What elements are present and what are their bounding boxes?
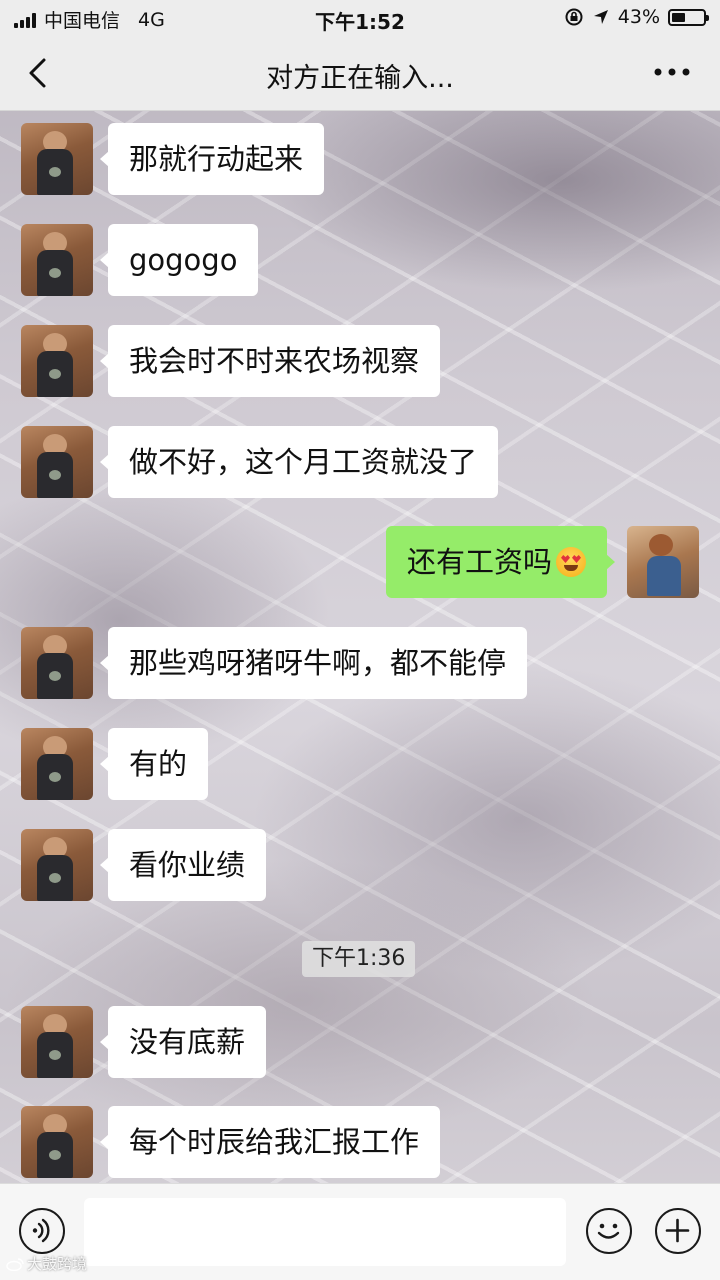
message-bubble[interactable]: 没有底薪 bbox=[99, 1006, 267, 1078]
status-bar: 中国电信 4G 下午1:52 43% bbox=[0, 0, 720, 36]
message-bubble[interactable]: 我会时不时来农场视察 bbox=[99, 325, 441, 397]
message-bubble[interactable]: gogogo bbox=[99, 224, 259, 296]
avatar[interactable] bbox=[21, 829, 93, 901]
chat-screen: 中国电信 4G 下午1:52 43% 对方正在输入... 那就行动起来 gogo… bbox=[0, 0, 720, 1280]
avatar[interactable] bbox=[21, 325, 93, 397]
my-avatar[interactable] bbox=[627, 526, 699, 598]
message-bubble[interactable]: 做不好，这个月工资就没了 bbox=[99, 426, 499, 498]
voice-icon bbox=[32, 1218, 50, 1243]
message-row: 有的 bbox=[0, 728, 720, 800]
message-row: 没有底薪 bbox=[0, 1006, 720, 1078]
message-bubble[interactable]: 看你业绩 bbox=[99, 829, 267, 901]
watermark: 大鼓跨境 bbox=[6, 1253, 87, 1274]
message-row: 做不好，这个月工资就没了 bbox=[0, 426, 720, 498]
message-input[interactable] bbox=[84, 1198, 566, 1266]
message-row: 那些鸡呀猪呀牛啊，都不能停 bbox=[0, 627, 720, 699]
time-divider: 下午1:36 bbox=[302, 941, 416, 977]
message-bubble[interactable]: 每个时辰给我汇报工作 bbox=[99, 1106, 441, 1178]
plus-icon bbox=[665, 1218, 690, 1243]
avatar[interactable] bbox=[21, 123, 93, 195]
status-right: 43% bbox=[564, 6, 709, 28]
weibo-logo-icon bbox=[6, 1257, 24, 1271]
message-bubble[interactable]: 有的 bbox=[99, 728, 209, 800]
more-options-icon[interactable] bbox=[652, 60, 692, 84]
battery-fill bbox=[672, 12, 685, 22]
message-bubble[interactable]: 那些鸡呀猪呀牛啊，都不能停 bbox=[99, 627, 528, 699]
chat-title: 对方正在输入... bbox=[266, 63, 454, 94]
message-row: 看你业绩 bbox=[0, 829, 720, 901]
message-row: 我会时不时来农场视察 bbox=[0, 325, 720, 397]
message-row-self: 还有工资吗 bbox=[0, 526, 720, 598]
emoji-button[interactable] bbox=[586, 1208, 632, 1254]
battery-icon bbox=[668, 8, 709, 26]
avatar[interactable] bbox=[21, 627, 93, 699]
message-text: 还有工资吗 bbox=[406, 545, 552, 579]
message-bubble[interactable]: 那就行动起来 bbox=[99, 123, 325, 195]
more-functions-button[interactable] bbox=[655, 1208, 701, 1254]
message-list[interactable]: 那就行动起来 gogogo 我会时不时来农场视察 做不好，这个月工资就没了 还有… bbox=[0, 111, 720, 1184]
watermark-text: 大鼓跨境 bbox=[27, 1255, 88, 1273]
smiley-icon bbox=[597, 1223, 620, 1239]
avatar[interactable] bbox=[21, 1006, 93, 1078]
avatar[interactable] bbox=[21, 224, 93, 296]
avatar[interactable] bbox=[21, 426, 93, 498]
message-row: gogogo bbox=[0, 224, 720, 296]
rotation-lock-icon bbox=[565, 8, 583, 26]
avatar[interactable] bbox=[21, 728, 93, 800]
heart-eyes-emoji-icon bbox=[556, 547, 586, 577]
location-icon bbox=[593, 10, 608, 24]
nav-bar: 对方正在输入... bbox=[0, 36, 720, 111]
message-row: 每个时辰给我汇报工作 bbox=[0, 1106, 720, 1178]
message-bubble-self[interactable]: 还有工资吗 bbox=[385, 526, 616, 598]
input-bar: 大鼓跨境 bbox=[0, 1183, 720, 1280]
message-row: 那就行动起来 bbox=[0, 123, 720, 195]
battery-percent: 43% bbox=[617, 6, 660, 28]
voice-button[interactable] bbox=[19, 1208, 65, 1254]
avatar[interactable] bbox=[21, 1106, 93, 1178]
